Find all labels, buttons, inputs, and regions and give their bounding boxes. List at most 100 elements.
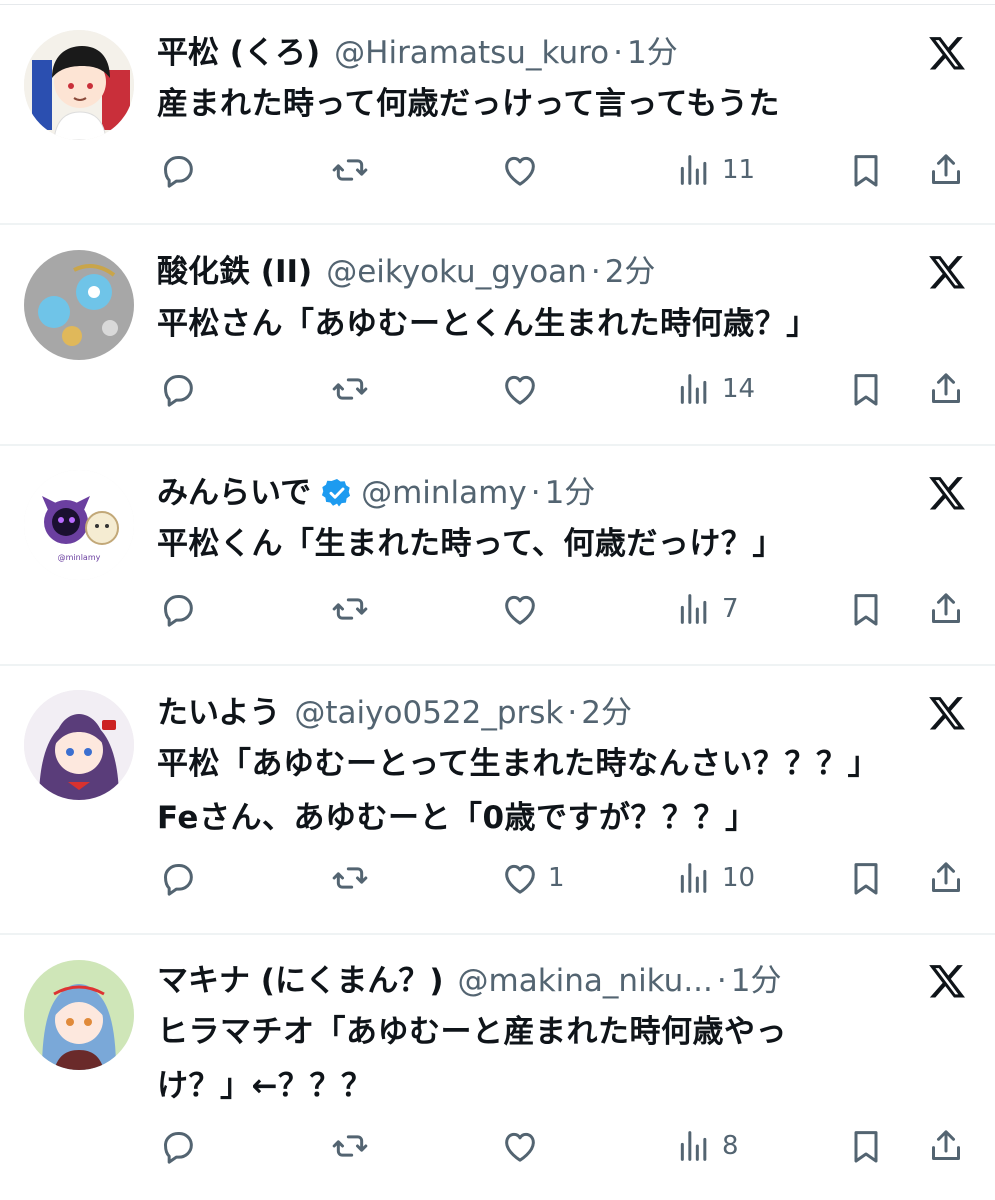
timestamp[interactable]: 1分 [731, 961, 782, 1001]
like-icon [505, 1132, 535, 1162]
tweet-header: マキナ (にくまん？) @makina_niku... · 1分 [157, 961, 781, 1001]
like-button[interactable]: 1 [500, 858, 565, 898]
timestamp[interactable]: 2分 [605, 252, 656, 292]
tweet-header: 酸化鉄 (II) @eikyoku_gyoan · 2分 [157, 252, 655, 292]
views-count: 11 [722, 155, 756, 185]
retweet-icon [332, 867, 368, 889]
x-logo [926, 473, 968, 513]
x-logo [926, 693, 968, 733]
separator-dot: · [613, 35, 623, 71]
user-handle[interactable]: @eikyoku_gyoan [326, 252, 587, 292]
retweet-button[interactable] [330, 369, 370, 409]
like-icon [505, 375, 535, 405]
separator-dot: · [567, 695, 578, 731]
avatar-image [24, 30, 134, 140]
bookmark-button[interactable] [846, 589, 886, 629]
tweet-text-line: Feさん、あゆむーと「0歳ですが？？？」 [157, 800, 757, 836]
user-handle[interactable]: @minlamy [361, 473, 527, 513]
share-button[interactable] [926, 858, 966, 898]
display-name[interactable]: 酸化鉄 (II) [157, 252, 312, 292]
separator-dot: · [716, 963, 727, 999]
reply-icon [164, 156, 193, 188]
user-handle[interactable]: @taiyo0522_prsk [294, 693, 563, 733]
bookmark-button[interactable] [846, 1126, 886, 1166]
bookmark-button[interactable] [846, 858, 886, 898]
share-icon [932, 593, 960, 623]
separator-dot: · [590, 254, 601, 290]
tweet-actions: 1 10 [0, 858, 995, 898]
tweet-divider [0, 223, 995, 225]
tweet-text: 平松「あゆむーとって生まれた時なんさい？？？」 Feさん、あゆむーと「0歳ですが？… [157, 737, 957, 845]
reply-button[interactable] [158, 150, 198, 190]
bookmark-button[interactable] [846, 369, 886, 409]
like-icon [505, 156, 535, 186]
share-button[interactable] [926, 589, 966, 629]
reply-icon [164, 375, 193, 407]
display-name[interactable]: みんらいで [157, 473, 311, 513]
timestamp[interactable]: 1分 [627, 33, 678, 73]
avatar[interactable] [24, 960, 134, 1070]
x-logo-icon [929, 37, 965, 70]
timestamp[interactable]: 1分 [545, 473, 596, 513]
retweet-button[interactable] [330, 1126, 370, 1166]
verified-badge-icon [322, 479, 351, 507]
views-icon [680, 863, 707, 893]
bookmark-icon [854, 594, 878, 626]
reply-icon [164, 1132, 193, 1164]
retweet-icon [332, 159, 368, 181]
bookmark-icon [854, 374, 878, 406]
views-button[interactable]: 14 [674, 369, 755, 409]
tweet-text-line: 平松「あゆむーとって生まれた時なんさい？？？」 [157, 746, 880, 782]
display-name[interactable]: たいよう [157, 693, 280, 733]
user-handle[interactable]: @Hiramatsu_kuro [334, 33, 609, 73]
retweet-button[interactable] [330, 589, 370, 629]
bookmark-icon [854, 155, 878, 187]
x-logo-icon [929, 965, 965, 998]
tweet-divider [0, 664, 995, 666]
views-button[interactable]: 8 [674, 1126, 739, 1166]
retweet-icon [332, 598, 368, 620]
user-handle[interactable]: @makina_niku... [458, 961, 713, 1001]
views-count: 7 [722, 594, 739, 624]
tweet-divider [0, 933, 995, 935]
share-button[interactable] [926, 150, 966, 190]
share-button[interactable] [926, 369, 966, 409]
share-button[interactable] [926, 1126, 966, 1166]
views-button[interactable]: 11 [674, 150, 755, 190]
avatar[interactable] [24, 690, 134, 800]
separator-dot: · [530, 475, 541, 511]
views-button[interactable]: 7 [674, 589, 739, 629]
timestamp[interactable]: 2分 [581, 693, 632, 733]
tweet-header: みんらいで @minlamy · 1分 [157, 473, 595, 513]
display-name[interactable]: 平松 (くろ) [157, 33, 320, 73]
avatar-image: @minlamy [24, 470, 134, 580]
avatar[interactable] [24, 250, 134, 360]
bookmark-button[interactable] [846, 150, 886, 190]
avatar[interactable] [24, 30, 134, 140]
tweet-actions: 7 [0, 589, 995, 629]
like-button[interactable] [500, 150, 548, 190]
tweet-text-line: ヒラマチオ「あゆむーと産まれた時何歳やっ [157, 1014, 787, 1050]
reply-button[interactable] [158, 858, 198, 898]
tweet-actions: 11 [0, 150, 995, 190]
bookmark-icon [854, 1131, 878, 1163]
views-button[interactable]: 10 [674, 858, 755, 898]
display-name[interactable]: マキナ (にくまん？) [157, 961, 444, 1001]
retweet-button[interactable] [330, 150, 370, 190]
x-logo-icon [929, 477, 965, 510]
reply-button[interactable] [158, 1126, 198, 1166]
like-icon [505, 864, 535, 894]
like-button[interactable] [500, 1126, 548, 1166]
reply-button[interactable] [158, 369, 198, 409]
reply-button[interactable] [158, 589, 198, 629]
share-icon [932, 373, 960, 403]
avatar-image [24, 250, 134, 360]
tweet-text: 平松さん「あゆむーとくん生まれた時何歳？」 [157, 297, 957, 351]
reply-icon [164, 864, 193, 896]
like-button[interactable] [500, 369, 548, 409]
retweet-button[interactable] [330, 858, 370, 898]
avatar[interactable]: @minlamy [24, 470, 134, 580]
share-icon [932, 154, 960, 184]
bookmark-icon [854, 863, 878, 895]
like-button[interactable] [500, 589, 548, 629]
